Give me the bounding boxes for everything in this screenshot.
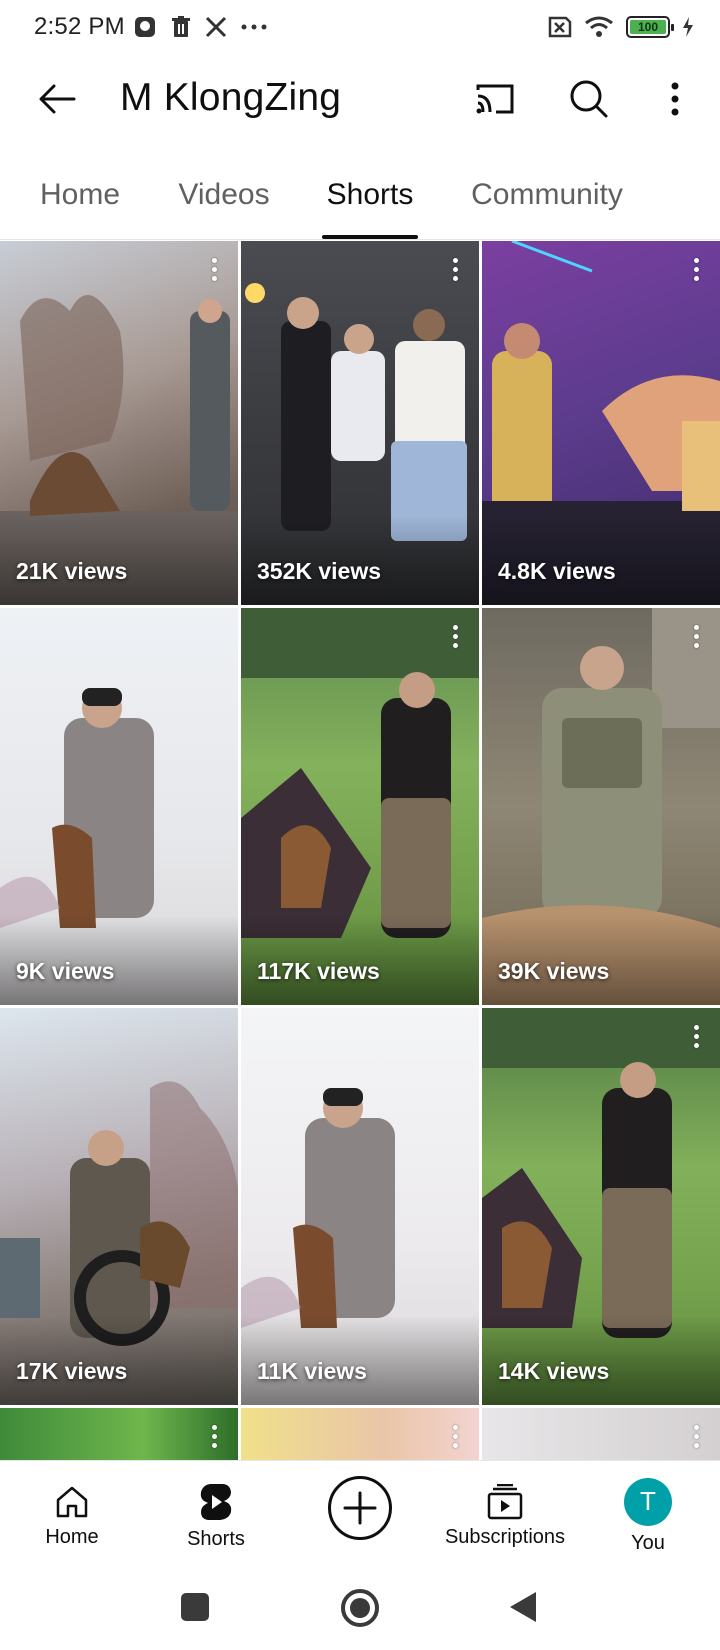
- cast-icon: [476, 84, 514, 114]
- nav-home-label: Home: [45, 1525, 99, 1548]
- view-count: 39K views: [498, 958, 610, 984]
- short-thumbnail[interactable]: 17K views: [0, 1008, 238, 1405]
- active-tab-indicator: [322, 235, 418, 239]
- short-menu-button[interactable]: [202, 1418, 226, 1454]
- short-menu-button[interactable]: [443, 1418, 467, 1454]
- more-vert-icon: [671, 82, 679, 116]
- short-menu-button[interactable]: [684, 618, 708, 654]
- short-thumbnail[interactable]: [482, 1408, 720, 1460]
- view-count: 117K views: [257, 958, 380, 984]
- more-horizontal-icon: [241, 24, 267, 30]
- search-button[interactable]: [562, 72, 616, 126]
- short-thumbnail[interactable]: 117K views: [241, 608, 479, 1005]
- no-sim-icon: [548, 16, 572, 38]
- charging-bolt-icon: [683, 17, 693, 37]
- short-thumbnail[interactable]: 11K views: [241, 1008, 479, 1405]
- battery-icon: 100: [626, 16, 674, 38]
- home-circle-icon: [341, 1589, 379, 1627]
- create-button[interactable]: [328, 1476, 392, 1540]
- short-menu-button[interactable]: [684, 1018, 708, 1054]
- short-menu-button[interactable]: [684, 1418, 708, 1454]
- nav-subscriptions[interactable]: Subscriptions: [432, 1461, 578, 1571]
- notification-icons: [133, 15, 267, 39]
- search-icon: [570, 80, 608, 118]
- short-thumbnail[interactable]: 14K views: [482, 1008, 720, 1405]
- tab-shorts[interactable]: Shorts: [318, 150, 422, 240]
- cast-button[interactable]: [468, 72, 522, 126]
- back-triangle-icon: [510, 1592, 536, 1622]
- view-count: 11K views: [257, 1358, 367, 1384]
- recents-square-icon: [181, 1593, 209, 1621]
- view-count: 17K views: [16, 1358, 128, 1384]
- short-thumbnail[interactable]: 39K views: [482, 608, 720, 1005]
- tab-home[interactable]: Home: [30, 150, 130, 240]
- nav-you-label: You: [631, 1531, 665, 1554]
- view-count: 9K views: [16, 958, 115, 984]
- plus-icon: [343, 1491, 377, 1525]
- home-icon: [56, 1486, 88, 1517]
- tab-videos[interactable]: Videos: [168, 150, 280, 240]
- short-thumbnail[interactable]: 4.8K views: [482, 241, 720, 605]
- short-thumbnail[interactable]: 352K views: [241, 241, 479, 605]
- short-thumbnail[interactable]: [0, 1408, 238, 1460]
- short-menu-button[interactable]: [202, 251, 226, 287]
- view-count: 352K views: [257, 558, 382, 584]
- subscriptions-icon: [487, 1483, 523, 1519]
- short-menu-button[interactable]: [443, 251, 467, 287]
- trash-icon: [171, 16, 190, 37]
- nav-shorts[interactable]: Shorts: [170, 1461, 262, 1571]
- short-thumbnail[interactable]: 9K views: [0, 608, 238, 1005]
- status-time: 2:52 PM: [34, 13, 125, 40]
- nav-shorts-label: Shorts: [187, 1527, 245, 1550]
- status-bar: 2:52 PM 100: [0, 0, 720, 54]
- back-button[interactable]: [32, 74, 82, 124]
- short-thumbnail[interactable]: [241, 1408, 479, 1460]
- nav-you[interactable]: T You: [610, 1461, 686, 1571]
- wifi-icon: [585, 16, 613, 37]
- home-system-button[interactable]: [340, 1588, 380, 1633]
- short-menu-button[interactable]: [443, 618, 467, 654]
- nav-subscriptions-label: Subscriptions: [444, 1525, 566, 1548]
- short-thumbnail[interactable]: 21K views: [0, 241, 238, 605]
- shorts-grid: 21K views 352K views 4.8K views 9K views…: [0, 241, 720, 1460]
- shorts-icon: [200, 1483, 232, 1520]
- view-count: 4.8K views: [498, 558, 616, 584]
- system-navigation-bar: [0, 1570, 720, 1650]
- short-menu-button[interactable]: [684, 251, 708, 287]
- view-count: 21K views: [16, 558, 128, 584]
- recents-button[interactable]: [180, 1592, 210, 1627]
- bottom-navigation: Home Shorts Subscriptions T You: [0, 1460, 720, 1570]
- back-system-button[interactable]: [508, 1590, 538, 1629]
- back-arrow-icon: [39, 84, 76, 114]
- battery-level: 100: [630, 20, 666, 34]
- app-notification-icon: [134, 17, 155, 37]
- more-options-button[interactable]: [648, 72, 702, 126]
- channel-tabs: Home Videos Shorts Community: [0, 150, 720, 240]
- app-bar: M KlongZing: [0, 54, 720, 146]
- tab-community[interactable]: Community: [462, 150, 632, 240]
- x-logo-icon: [205, 16, 226, 38]
- view-count: 14K views: [498, 1358, 610, 1384]
- avatar: T: [624, 1477, 672, 1526]
- status-right-icons: 100: [544, 0, 694, 54]
- nav-home[interactable]: Home: [30, 1461, 114, 1571]
- channel-title: M KlongZing: [120, 76, 342, 119]
